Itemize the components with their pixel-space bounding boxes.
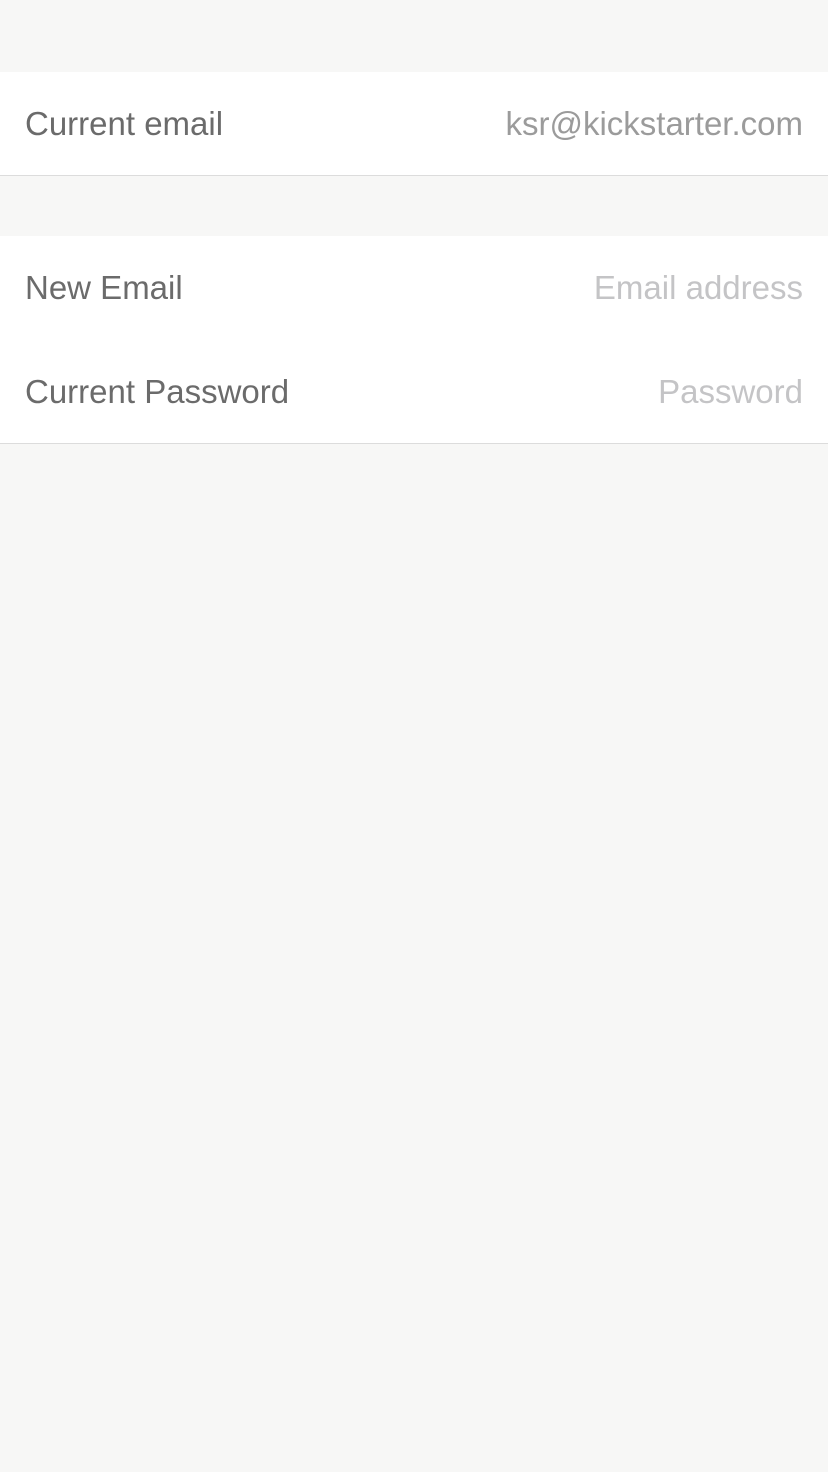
change-email-form: New Email Current Password — [0, 236, 828, 444]
current-email-row: Current email ksr@kickstarter.com — [0, 72, 828, 176]
current-password-input[interactable] — [443, 373, 803, 411]
current-email-section: Current email ksr@kickstarter.com — [0, 72, 828, 176]
change-email-screen: Current email ksr@kickstarter.com New Em… — [0, 0, 828, 1472]
new-email-row[interactable]: New Email — [0, 236, 828, 340]
current-email-value: ksr@kickstarter.com — [505, 105, 803, 142]
current-password-row[interactable]: Current Password — [0, 340, 828, 444]
new-email-label: New Email — [25, 269, 183, 306]
current-email-label: Current email — [25, 105, 224, 142]
new-email-input[interactable] — [443, 269, 803, 307]
current-password-label: Current Password — [25, 373, 290, 410]
